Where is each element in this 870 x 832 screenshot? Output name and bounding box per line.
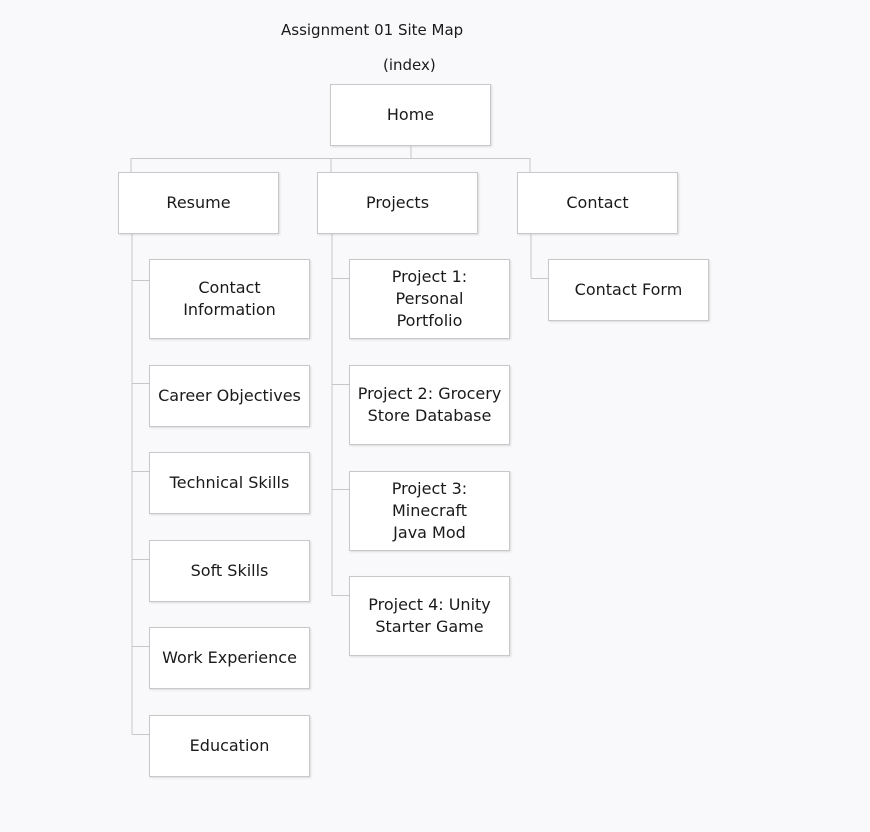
page-title: Assignment 01 Site Map xyxy=(281,21,464,39)
node-contact-information: Contact Information xyxy=(149,259,310,339)
node-home: Home xyxy=(330,84,491,146)
node-contact: Contact xyxy=(517,172,678,234)
node-work-experience: Work Experience xyxy=(149,627,310,689)
node-project-1: Project 1: Personal Portfolio xyxy=(349,259,510,339)
node-project-3: Project 3: Minecraft Java Mod xyxy=(349,471,510,551)
node-project-4: Project 4: Unity Starter Game xyxy=(349,576,510,656)
root-caption: (index) xyxy=(383,56,436,74)
node-soft-skills: Soft Skills xyxy=(149,540,310,602)
node-projects: Projects xyxy=(317,172,478,234)
node-career-objectives: Career Objectives xyxy=(149,365,310,427)
node-contact-form: Contact Form xyxy=(548,259,709,321)
node-technical-skills: Technical Skills xyxy=(149,452,310,514)
node-education: Education xyxy=(149,715,310,777)
node-project-2: Project 2: Grocery Store Database xyxy=(349,365,510,445)
node-resume: Resume xyxy=(118,172,279,234)
